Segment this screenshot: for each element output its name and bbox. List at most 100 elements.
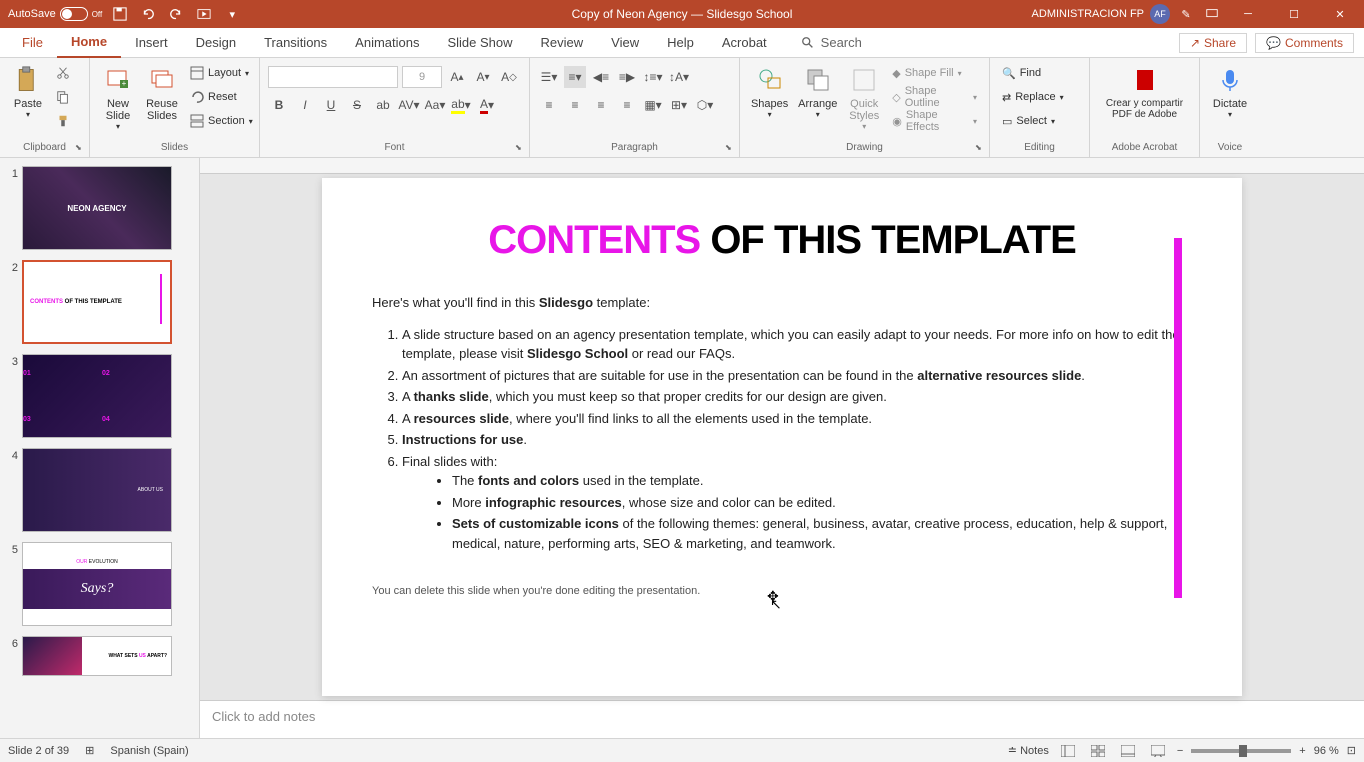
share-button[interactable]: ↗Share [1179, 33, 1247, 53]
adobe-pdf-button[interactable]: Crear y compartir PDF de Adobe [1102, 62, 1187, 122]
shape-outline-button[interactable]: ◇Shape Outline▾ [888, 86, 981, 108]
slide-thumbnail-3[interactable]: 01020304 [22, 354, 172, 438]
tab-slideshow[interactable]: Slide Show [433, 28, 526, 58]
numbering-button[interactable]: ≡▾ [564, 66, 586, 88]
slide-thumbnail-panel[interactable]: 1 NEON AGENCY 2 CONTENTS OF THIS TEMPLAT… [0, 158, 200, 738]
font-name-input[interactable] [268, 66, 398, 88]
slideshow-start-icon[interactable] [194, 4, 214, 24]
format-painter-button[interactable] [52, 110, 74, 132]
display-options-icon[interactable] [1202, 4, 1222, 24]
slide-thumbnail-1[interactable]: NEON AGENCY [22, 166, 172, 250]
increase-indent-button[interactable]: ≡▶ [616, 66, 638, 88]
horizontal-ruler[interactable] [200, 158, 1364, 174]
new-slide-button[interactable]: + New Slide▾ [98, 62, 138, 133]
select-button[interactable]: ▭Select▾ [998, 110, 1068, 132]
tab-animations[interactable]: Animations [341, 28, 433, 58]
font-launcher[interactable]: ⬊ [515, 143, 527, 155]
reading-view-button[interactable] [1117, 742, 1139, 760]
accessibility-icon[interactable]: ⊞ [85, 744, 94, 757]
tab-acrobat[interactable]: Acrobat [708, 28, 781, 58]
font-size-input[interactable]: 9 [402, 66, 442, 88]
slide-title[interactable]: CONTENTS OF THIS TEMPLATE [372, 218, 1192, 263]
tab-transitions[interactable]: Transitions [250, 28, 341, 58]
slide-thumbnail-4[interactable]: ABOUT US [22, 448, 172, 532]
tab-insert[interactable]: Insert [121, 28, 182, 58]
shape-effects-button[interactable]: ◉Shape Effects▾ [888, 110, 981, 132]
tab-design[interactable]: Design [182, 28, 250, 58]
notes-toggle[interactable]: ≐ Notes [1008, 744, 1049, 757]
justify-button[interactable]: ≡ [616, 94, 638, 116]
slide-counter[interactable]: Slide 2 of 39 [8, 745, 69, 757]
zoom-level[interactable]: 96 % [1314, 745, 1339, 757]
tab-home[interactable]: Home [57, 28, 121, 58]
close-button[interactable]: ✕ [1320, 0, 1360, 28]
reset-button[interactable]: Reset [186, 86, 257, 108]
paragraph-launcher[interactable]: ⬊ [725, 143, 737, 155]
char-spacing-button[interactable]: AV▾ [398, 94, 420, 116]
slide-thumbnail-6[interactable]: WHAT SETS US APART? [22, 636, 172, 676]
align-left-button[interactable]: ≡ [538, 94, 560, 116]
quick-styles-button[interactable]: Quick Styles▾ [844, 62, 884, 133]
save-icon[interactable] [110, 4, 130, 24]
layout-button[interactable]: Layout▾ [186, 62, 257, 84]
shape-fill-button[interactable]: ◆Shape Fill▾ [888, 62, 981, 84]
zoom-out-button[interactable]: − [1177, 745, 1183, 757]
shadow-button[interactable]: ab [372, 94, 394, 116]
bold-button[interactable]: B [268, 94, 290, 116]
slide-thumbnail-2[interactable]: CONTENTS OF THIS TEMPLATE [22, 260, 172, 344]
autosave-toggle[interactable]: AutoSave Off [8, 7, 102, 21]
slide-canvas-area[interactable]: CONTENTS OF THIS TEMPLATE Here's what yo… [200, 174, 1364, 700]
decrease-indent-button[interactable]: ◀≡ [590, 66, 612, 88]
clear-formatting-button[interactable]: A◇ [498, 66, 520, 88]
highlight-button[interactable]: ab▾ [450, 94, 472, 116]
align-center-button[interactable]: ≡ [564, 94, 586, 116]
replace-button[interactable]: ⇄Replace▾ [998, 86, 1068, 108]
shapes-button[interactable]: Shapes▾ [748, 62, 791, 121]
slide-body[interactable]: Here's what you'll find in this Slidesgo… [372, 293, 1192, 600]
user-avatar[interactable]: AF [1150, 4, 1170, 24]
tab-file[interactable]: File [8, 28, 57, 58]
tab-review[interactable]: Review [527, 28, 598, 58]
section-button[interactable]: Section▾ [186, 110, 257, 132]
sorter-view-button[interactable] [1087, 742, 1109, 760]
tab-view[interactable]: View [597, 28, 653, 58]
clipboard-launcher[interactable]: ⬊ [75, 143, 87, 155]
tell-me-search[interactable]: Search [801, 35, 862, 50]
cut-button[interactable] [52, 62, 74, 84]
tab-help[interactable]: Help [653, 28, 708, 58]
smartart-button[interactable]: ⬡▾ [694, 94, 716, 116]
zoom-slider[interactable] [1191, 749, 1291, 753]
italic-button[interactable]: I [294, 94, 316, 116]
copy-button[interactable] [52, 86, 74, 108]
drawing-launcher[interactable]: ⬊ [975, 143, 987, 155]
font-color-button[interactable]: A▾ [476, 94, 498, 116]
find-button[interactable]: 🔍Find [998, 62, 1068, 84]
normal-view-button[interactable] [1057, 742, 1079, 760]
decrease-font-button[interactable]: A▾ [472, 66, 494, 88]
change-case-button[interactable]: Aa▾ [424, 94, 446, 116]
language-status[interactable]: Spanish (Spain) [110, 745, 188, 757]
reuse-slides-button[interactable]: Reuse Slides [142, 62, 182, 124]
text-direction-button[interactable]: ↕A▾ [668, 66, 690, 88]
strikethrough-button[interactable]: S [346, 94, 368, 116]
paste-button[interactable]: Paste▾ [8, 62, 48, 121]
underline-button[interactable]: U [320, 94, 342, 116]
columns-button[interactable]: ▦▾ [642, 94, 664, 116]
fit-to-window-button[interactable]: ⊡ [1347, 744, 1356, 757]
comments-button[interactable]: 💬Comments [1255, 33, 1354, 53]
increase-font-button[interactable]: A▴ [446, 66, 468, 88]
maximize-button[interactable]: ☐ [1274, 0, 1314, 28]
line-spacing-button[interactable]: ↕≡▾ [642, 66, 664, 88]
redo-icon[interactable] [166, 4, 186, 24]
slide-canvas[interactable]: CONTENTS OF THIS TEMPLATE Here's what yo… [322, 178, 1242, 696]
align-right-button[interactable]: ≡ [590, 94, 612, 116]
minimize-button[interactable]: ─ [1228, 0, 1268, 28]
bullets-button[interactable]: ☰▾ [538, 66, 560, 88]
slideshow-view-button[interactable] [1147, 742, 1169, 760]
slide-thumbnail-5[interactable]: OUR EVOLUTIONSays? [22, 542, 172, 626]
coming-soon-icon[interactable]: ✎ [1176, 4, 1196, 24]
qat-more-icon[interactable]: ▾ [222, 4, 242, 24]
align-text-button[interactable]: ⊞▾ [668, 94, 690, 116]
notes-pane[interactable]: Click to add notes [200, 700, 1364, 738]
dictate-button[interactable]: Dictate▾ [1209, 62, 1251, 121]
